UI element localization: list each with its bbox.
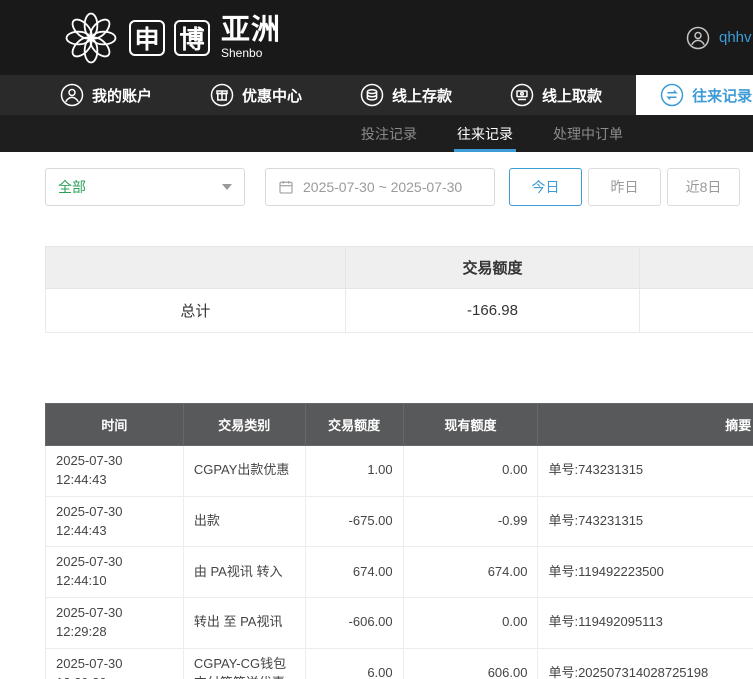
chevron-down-icon <box>222 184 232 190</box>
transfer-records-icon <box>660 83 684 107</box>
cell-type: 转出 至 PA视讯 <box>182 597 306 649</box>
main-navigation: 我的账户 优惠中心 线上存款 线上取款 往来记录 <box>0 75 753 115</box>
promo-icon <box>210 83 234 107</box>
nav-item-label: 线上存款 <box>392 87 453 105</box>
brand-text: 亚洲 Shenbo <box>221 14 282 60</box>
deposit-icon <box>360 83 384 107</box>
cell-summary: 单号:202507314028725198 <box>537 647 753 679</box>
nav-item-label: 我的账户 <box>92 87 153 105</box>
tab-transfer-records[interactable]: 往来记录 <box>454 115 516 152</box>
brand-char-bo: 博 <box>174 19 210 56</box>
cell-summary: 单号:743231315 <box>537 445 753 497</box>
type-filter-select[interactable]: 全部 <box>45 168 245 206</box>
cell-balance: 606.00 <box>402 647 539 679</box>
cell-summary: 单号:119492095113 <box>537 597 753 649</box>
records-body: 2025-07-30 12:44:43 CGPAY出款优惠 1.00 0.00 … <box>45 445 753 679</box>
cell-amount: -606.00 <box>304 597 404 649</box>
summary-total-label: 总计 <box>45 288 346 333</box>
col-header-balance: 现有额度 <box>402 403 539 446</box>
app-viewport: 申 博 亚洲 Shenbo qhhv 我的账户 优惠中心 线上存款 线上取款 往… <box>0 0 753 679</box>
nav-item-label: 优惠中心 <box>242 87 303 105</box>
account-icon <box>60 83 84 107</box>
cell-summary: 单号:119492223500 <box>537 546 753 599</box>
cell-time: 2025-07-30 12:44:10 <box>45 546 184 599</box>
nav-item-withdraw[interactable]: 线上取款 <box>486 75 626 115</box>
cell-balance: 674.00 <box>402 546 539 599</box>
nav-item-my-account[interactable]: 我的账户 <box>36 75 176 115</box>
lotus-flower-icon <box>65 12 117 63</box>
table-row: 2025-07-30 12:44:43 出款 -675.00 -0.99 单号:… <box>45 495 753 548</box>
summary-header-amount: 交易额度 <box>344 246 641 289</box>
top-header: 申 博 亚洲 Shenbo qhhv <box>0 0 753 75</box>
cell-type: CGPAY出款优惠 <box>182 445 306 497</box>
tab-processing-orders[interactable]: 处理中订单 <box>550 115 626 152</box>
type-filter-value: 全部 <box>58 179 86 195</box>
cell-balance: 0.00 <box>402 597 539 649</box>
cell-amount: 6.00 <box>304 647 404 679</box>
username-label: qhhv <box>719 29 752 46</box>
cell-balance: 0.00 <box>402 445 539 497</box>
col-header-type: 交易类别 <box>182 403 306 446</box>
date-range-picker[interactable]: 2025-07-30 ~ 2025-07-30 <box>265 168 495 206</box>
cell-amount: 674.00 <box>304 546 404 599</box>
date-range-value: 2025-07-30 ~ 2025-07-30 <box>303 179 463 195</box>
last-8-days-button[interactable]: 近8日 <box>667 168 740 206</box>
filter-bar: 全部 2025-07-30 ~ 2025-07-30 今日 昨日 近8日 <box>45 168 753 206</box>
summary-empty-cell <box>639 288 753 333</box>
page: 申 博 亚洲 Shenbo qhhv 我的账户 优惠中心 线上存款 线上取款 往… <box>0 0 753 679</box>
summary-header-empty-right <box>639 246 753 289</box>
today-button[interactable]: 今日 <box>509 168 582 206</box>
nav-item-deposit[interactable]: 线上存款 <box>336 75 476 115</box>
withdraw-icon <box>510 83 534 107</box>
tab-label: 投注记录 <box>361 125 417 142</box>
yesterday-button[interactable]: 昨日 <box>588 168 661 206</box>
cell-type: CGPAY-CG钱包支付笔笔送优惠 <box>182 647 306 679</box>
brand-logo: 申 博 亚洲 Shenbo <box>62 9 281 67</box>
tab-betting-records[interactable]: 投注记录 <box>358 115 420 152</box>
quick-date-buttons: 今日 昨日 近8日 <box>509 168 740 206</box>
cell-amount: 1.00 <box>304 445 404 497</box>
summary-header-empty-left <box>45 246 346 289</box>
cell-balance: -0.99 <box>402 495 539 548</box>
summary-table: 交易额度 总计 -166.98 <box>45 246 753 333</box>
col-header-summary: 摘要 <box>537 403 753 446</box>
summary-total-row: 总计 -166.98 <box>45 288 753 333</box>
tab-label: 往来记录 <box>457 125 513 142</box>
cell-type: 出款 <box>182 495 306 548</box>
tab-label: 处理中订单 <box>553 125 623 142</box>
cell-summary: 单号:743231315 <box>537 495 753 548</box>
cell-amount: -675.00 <box>304 495 404 548</box>
brand-char-shen: 申 <box>129 19 165 56</box>
brand-region: 亚洲 <box>221 14 282 46</box>
table-row: 2025-07-30 12:44:10 由 PA视讯 转入 674.00 674… <box>45 546 753 599</box>
col-header-amount: 交易额度 <box>304 403 404 446</box>
nav-item-transfer-records[interactable]: 往来记录 <box>636 75 753 115</box>
records-tab-bar: 投注记录 往来记录 处理中订单 <box>0 115 753 152</box>
nav-item-label: 线上取款 <box>542 87 603 105</box>
cell-time: 2025-07-30 12:44:43 <box>45 445 184 497</box>
user-account-link[interactable]: qhhv <box>686 0 752 75</box>
table-row: 2025-07-30 12:29:20 CGPAY-CG钱包支付笔笔送优惠 6.… <box>45 647 753 679</box>
cell-type: 由 PA视讯 转入 <box>182 546 306 599</box>
col-header-time: 时间 <box>45 403 184 446</box>
brand-subtitle: Shenbo <box>221 46 263 60</box>
cell-time: 2025-07-30 12:29:28 <box>45 597 184 649</box>
cell-time: 2025-07-30 12:44:43 <box>45 495 184 548</box>
table-row: 2025-07-30 12:29:28 转出 至 PA视讯 -606.00 0.… <box>45 597 753 649</box>
nav-item-promotions[interactable]: 优惠中心 <box>186 75 326 115</box>
summary-total-value: -166.98 <box>344 288 641 333</box>
records-table: 时间 交易类别 交易额度 现有额度 摘要 2025-07-30 12:44:43… <box>45 403 753 679</box>
summary-header-row: 交易额度 <box>45 246 753 289</box>
table-row: 2025-07-30 12:44:43 CGPAY出款优惠 1.00 0.00 … <box>45 445 753 497</box>
main-content: 全部 2025-07-30 ~ 2025-07-30 今日 昨日 近8日 交易额… <box>0 168 753 679</box>
cell-time: 2025-07-30 12:29:20 <box>45 647 184 679</box>
nav-item-label: 往来记录 <box>692 87 753 105</box>
records-header-row: 时间 交易类别 交易额度 现有额度 摘要 <box>45 403 753 446</box>
user-avatar-icon <box>686 26 710 49</box>
calendar-icon <box>279 181 293 194</box>
